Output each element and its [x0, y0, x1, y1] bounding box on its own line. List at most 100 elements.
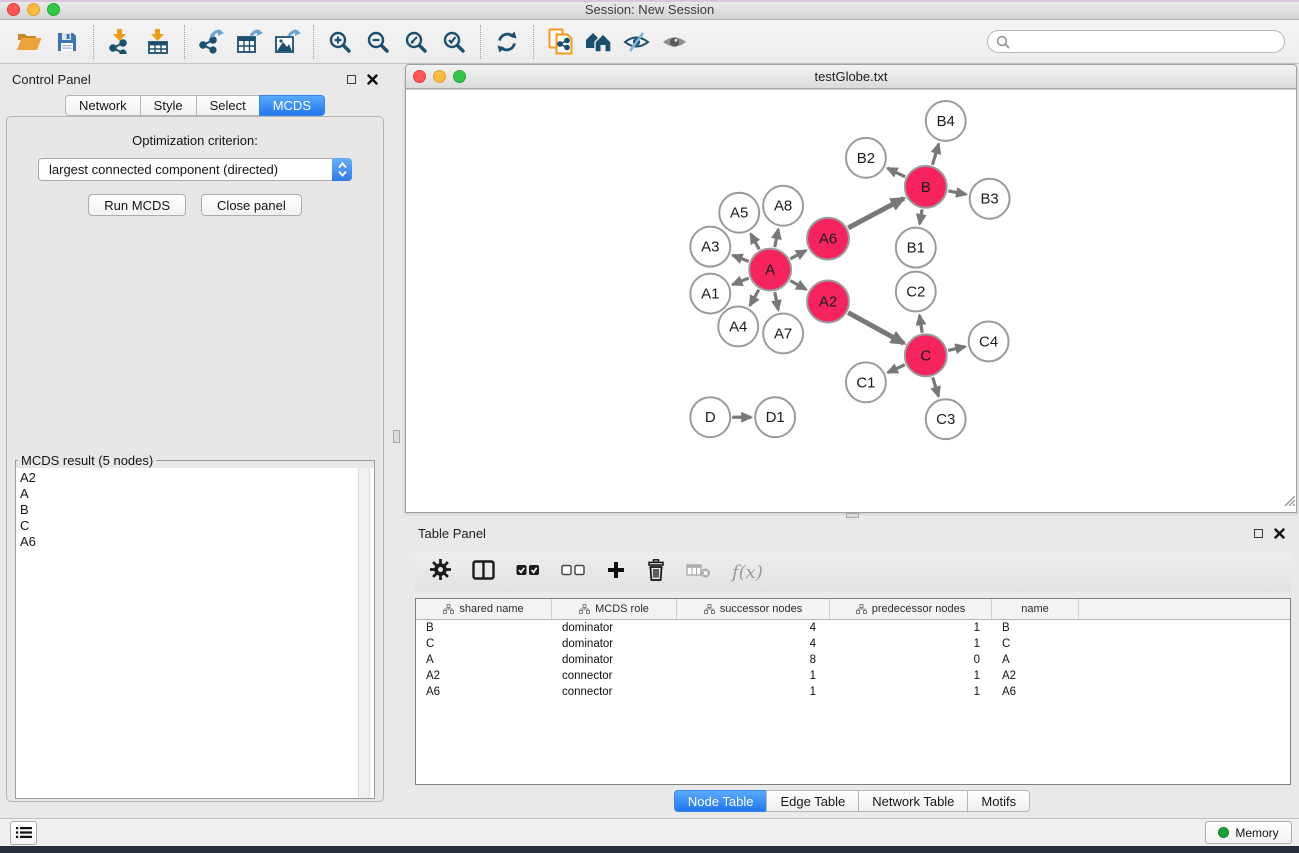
- graph-edge-A-A2[interactable]: [790, 281, 806, 290]
- add-column-button[interactable]: [606, 560, 626, 585]
- result-scrollbar-track[interactable]: [358, 468, 370, 798]
- tab-edge-table[interactable]: Edge Table: [766, 790, 859, 812]
- run-mcds-button[interactable]: Run MCDS: [88, 194, 186, 216]
- graph-edge-B-B4[interactable]: [932, 144, 938, 165]
- open-session-button[interactable]: [10, 24, 48, 60]
- graph-node-A7[interactable]: A7: [763, 313, 803, 353]
- graph-edge-C-C2[interactable]: [919, 315, 922, 333]
- tab-network[interactable]: Network: [65, 95, 141, 116]
- graph-node-B2[interactable]: B2: [846, 138, 886, 178]
- network-canvas[interactable]: B4 B2 B B3 A5A8A6 B1 A3 A C2 A1 A2 A4A7 C4 C C1 D D1 C3: [406, 89, 1296, 512]
- graph-edge-A-A7[interactable]: [775, 292, 779, 310]
- tab-motifs[interactable]: Motifs: [967, 790, 1030, 812]
- show-column-button[interactable]: [472, 560, 495, 585]
- column-header-successor-nodes[interactable]: successor nodes: [677, 599, 830, 619]
- graph-node-C3[interactable]: C3: [926, 399, 966, 439]
- show-all-button[interactable]: [655, 24, 693, 60]
- graph-edge-A-A8[interactable]: [775, 229, 779, 247]
- graph-node-A3[interactable]: A3: [690, 227, 730, 267]
- export-network-button[interactable]: [192, 24, 230, 60]
- splitter-handle[interactable]: [393, 430, 400, 443]
- float-panel-icon[interactable]: [347, 75, 356, 84]
- zoom-fit-button[interactable]: [397, 24, 435, 60]
- graph-node-C1[interactable]: C1: [846, 362, 886, 402]
- table-row[interactable]: A2connector11A2: [416, 668, 1290, 684]
- table-row[interactable]: Adominator80A: [416, 652, 1290, 668]
- graph-node-A6[interactable]: A6: [807, 218, 849, 260]
- graph-node-B3[interactable]: B3: [970, 179, 1010, 219]
- hide-selected-button[interactable]: [617, 24, 655, 60]
- result-item[interactable]: A2: [16, 470, 374, 486]
- select-all-button[interactable]: [516, 563, 540, 581]
- tab-style[interactable]: Style: [140, 95, 197, 116]
- graph-edge-B-B3[interactable]: [948, 191, 966, 194]
- graph-node-A1[interactable]: A1: [690, 274, 730, 314]
- apply-function-button[interactable]: f(x): [732, 562, 763, 583]
- task-history-button[interactable]: [10, 821, 37, 845]
- tab-mcds[interactable]: MCDS: [259, 95, 325, 116]
- result-item[interactable]: C: [16, 518, 374, 534]
- graph-node-A5[interactable]: A5: [719, 193, 759, 233]
- delete-column-button[interactable]: [647, 559, 665, 586]
- import-network-button[interactable]: [101, 24, 139, 60]
- first-neighbors-button[interactable]: [579, 24, 617, 60]
- close-panel-icon[interactable]: [367, 74, 378, 85]
- close-panel-button[interactable]: Close panel: [201, 194, 302, 216]
- zoom-in-button[interactable]: [321, 24, 359, 60]
- graph-node-B[interactable]: B: [905, 166, 947, 208]
- tab-select[interactable]: Select: [196, 95, 260, 116]
- column-header-name[interactable]: name: [992, 599, 1079, 619]
- graph-node-D1[interactable]: D1: [755, 397, 795, 437]
- close-table-panel-icon[interactable]: [1274, 528, 1285, 539]
- graph-node-A[interactable]: A: [749, 249, 791, 291]
- graph-edge-B-B1[interactable]: [920, 209, 922, 224]
- zoom-out-button[interactable]: [359, 24, 397, 60]
- table-row[interactable]: Bdominator41B: [416, 620, 1290, 636]
- import-table-button[interactable]: [139, 24, 177, 60]
- graph-node-C2[interactable]: C2: [896, 272, 936, 312]
- column-header-mcds-role[interactable]: MCDS role: [552, 599, 677, 619]
- float-table-panel-icon[interactable]: [1254, 529, 1263, 538]
- duplicate-network-button[interactable]: [541, 24, 579, 60]
- graph-edge-A-A6[interactable]: [790, 250, 806, 258]
- graph-node-D[interactable]: D: [690, 397, 730, 437]
- refresh-view-button[interactable]: [488, 24, 526, 60]
- graph-edge-C-C3[interactable]: [933, 377, 939, 396]
- export-table-button[interactable]: [230, 24, 268, 60]
- graph-edge-A-A3[interactable]: [733, 255, 749, 261]
- tab-node-table[interactable]: Node Table: [674, 790, 768, 812]
- table-row[interactable]: A6connector11A6: [416, 684, 1290, 700]
- graph-node-A4[interactable]: A4: [718, 306, 758, 346]
- zoom-selected-button[interactable]: [435, 24, 473, 60]
- graph-edge-C-C1[interactable]: [888, 365, 905, 373]
- graph-edge-A-A5[interactable]: [751, 234, 759, 250]
- vertical-splitter[interactable]: [390, 64, 405, 818]
- result-item[interactable]: A: [16, 486, 374, 502]
- search-input[interactable]: [1015, 32, 1284, 51]
- graph-edge-A-A4[interactable]: [750, 290, 759, 306]
- graph-node-C4[interactable]: C4: [969, 321, 1009, 361]
- graph-node-B4[interactable]: B4: [926, 101, 966, 141]
- optimization-criterion-select[interactable]: largest connected component (directed): [38, 158, 352, 181]
- graph-edge-A6-B[interactable]: [848, 198, 903, 227]
- table-options-button[interactable]: [430, 559, 451, 585]
- export-image-button[interactable]: [268, 24, 306, 60]
- graph-edge-A-A1[interactable]: [733, 278, 749, 285]
- graph-node-A8[interactable]: A8: [763, 186, 803, 226]
- save-session-button[interactable]: [48, 24, 86, 60]
- memory-button[interactable]: Memory: [1205, 821, 1292, 844]
- deselect-all-button[interactable]: [561, 563, 585, 581]
- column-header-predecessor-nodes[interactable]: predecessor nodes: [830, 599, 992, 619]
- graph-node-C[interactable]: C: [905, 334, 947, 376]
- column-header-shared-name[interactable]: shared name: [416, 599, 552, 619]
- graph-edge-C-C4[interactable]: [948, 347, 965, 351]
- table-row[interactable]: Cdominator41C: [416, 636, 1290, 652]
- graph-edge-B-B2[interactable]: [887, 168, 905, 177]
- resize-grip[interactable]: [1281, 492, 1295, 511]
- graph-node-A2[interactable]: A2: [807, 281, 849, 323]
- graph-node-B1[interactable]: B1: [896, 228, 936, 268]
- result-item[interactable]: A6: [16, 534, 374, 550]
- delete-table-button[interactable]: [686, 562, 711, 583]
- result-item[interactable]: B: [16, 502, 374, 518]
- graph-edge-A2-C[interactable]: [848, 313, 904, 344]
